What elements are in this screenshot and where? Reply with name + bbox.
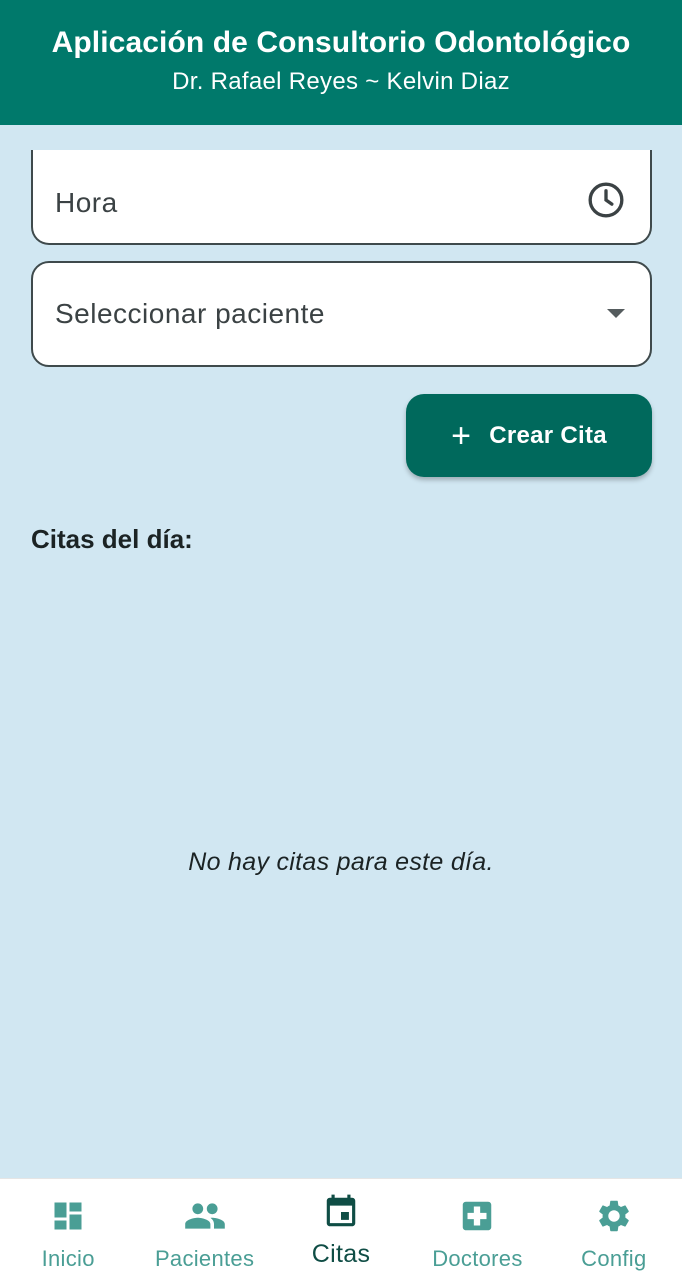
paciente-select[interactable]: Seleccionar paciente [31,261,652,367]
people-icon [183,1197,227,1235]
dropdown-arrow-icon [606,308,626,320]
app-subtitle: Dr. Rafael Reyes ~ Kelvin Diaz [172,68,510,95]
app-title: Aplicación de Consultorio Odontológico [51,26,631,59]
nav-item-config[interactable]: Config [546,1179,682,1280]
nav-label-doctores: Doctores [432,1246,523,1271]
bottom-navigation: Inicio Pacientes Citas Doctores Config [0,1178,682,1280]
create-appointment-label: Crear Cita [489,421,607,449]
appointments-section-title: Citas del día: [31,524,193,554]
dashboard-icon [50,1197,86,1235]
paciente-select-label: Seleccionar paciente [55,298,325,329]
nav-label-config: Config [581,1246,647,1271]
empty-appointments-message: No hay citas para este día. [188,848,494,876]
nav-item-doctores[interactable]: Doctores [409,1179,545,1280]
hora-field[interactable]: Hora [31,150,652,245]
nav-item-inicio[interactable]: Inicio [0,1179,136,1280]
medical-cross-icon [458,1197,496,1235]
app-header: Aplicación de Consultorio Odontológico D… [0,0,682,125]
create-appointment-button[interactable]: + Crear Cita [406,394,652,477]
nav-item-citas[interactable]: Citas [273,1179,409,1280]
gear-icon [595,1197,633,1235]
nav-label-inicio: Inicio [41,1246,95,1271]
hora-field-label: Hora [55,186,118,218]
app-root: Aplicación de Consultorio Odontológico D… [0,0,682,1280]
nav-item-pacientes[interactable]: Pacientes [136,1179,272,1280]
clock-icon[interactable] [586,174,626,220]
nav-label-pacientes: Pacientes [154,1246,255,1271]
calendar-icon [322,1193,360,1231]
plus-icon: + [451,416,472,455]
nav-label-citas: Citas [311,1240,371,1268]
